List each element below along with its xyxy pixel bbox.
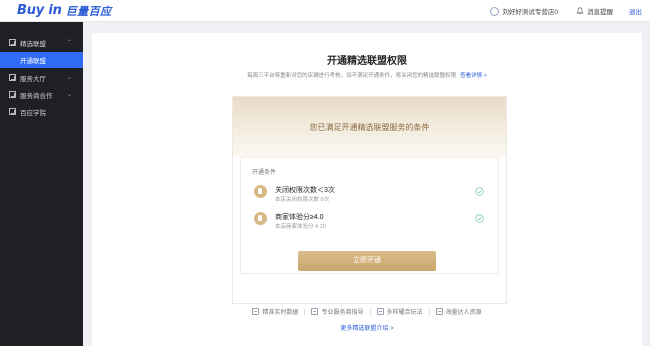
avatar: [490, 6, 500, 16]
feature-label: 多样耀合玩法: [386, 310, 423, 316]
play-icon: [376, 308, 384, 315]
thumb-icon: [254, 212, 267, 225]
page-title: 开通精选联盟权限: [327, 56, 407, 67]
grid-icon: [9, 91, 16, 98]
condition-item: 关闭权限次数＜3次 本店关闭权限次数 0次: [254, 183, 484, 205]
logout-link[interactable]: 退出: [629, 6, 642, 16]
sidebar-item-provider-cooperation[interactable]: 服务商合作 ⌄: [0, 86, 83, 103]
sidebar-item-selected-alliance[interactable]: 精选联盟 ⌃: [0, 34, 83, 51]
main-panel: 开通精选联盟权限 每周三平台将重新对您的店铺进行考核，如不满足开通条件，将关闭您…: [92, 33, 642, 346]
sidebar: 精选联盟 ⌃ 开通联盟 服务大厅 ⌄ 服务商合作 ⌄ 百应学院: [0, 22, 83, 346]
feature-item: 多样耀合玩法: [376, 307, 423, 316]
more-intro-link[interactable]: 更多精选联盟介绍 >: [92, 323, 642, 332]
messages-button[interactable]: 消息提醒: [576, 6, 613, 16]
view-details-link[interactable]: 查看详情 >: [460, 73, 487, 79]
grid-icon: [9, 39, 16, 46]
guide-icon: [311, 308, 319, 315]
condition-desc: 本店关闭权限次数 0次: [275, 197, 330, 203]
sidebar-item-academy[interactable]: 百应学院: [0, 103, 83, 120]
shop-name: 刘好好测试专营店0: [502, 9, 558, 16]
logo-cn: 巨量百应: [65, 5, 112, 18]
sidebar-subitem-open-alliance[interactable]: 开通联盟: [0, 52, 83, 68]
feature-label: 海量达人资源: [445, 310, 482, 316]
page-subtitle: 每周三平台将重新对您的店铺进行考核，如不满足开通条件，将关闭您的精选联盟权限 查看…: [92, 71, 642, 79]
feature-label: 精准实时数据: [262, 310, 299, 316]
subtitle-text: 每周三平台将重新对您的店铺进行考核，如不满足开通条件，将关闭您的精选联盟权限: [247, 73, 457, 79]
shop-switcher[interactable]: 刘好好测试专营店0: [490, 6, 558, 16]
top-right-tools: 刘好好测试专营店0 消息提醒 退出: [490, 0, 642, 22]
feature-item: 精准实时数据: [252, 307, 298, 316]
open-now-button[interactable]: 立即开通: [298, 251, 436, 271]
chevron-down-icon: ⌄: [66, 92, 72, 98]
sidebar-item-service-hall[interactable]: 服务大厅 ⌄: [0, 69, 83, 86]
sidebar-item-label: 服务商合作: [20, 92, 53, 100]
condition-item: 商家体验分≥4.0 本店商家体验分 4.10: [254, 210, 484, 232]
bell-icon: [576, 7, 584, 14]
sidebar-item-label: 精选联盟: [20, 40, 46, 48]
card-banner: 您已满足开通精选联盟服务的条件: [233, 97, 506, 157]
feature-item: 海量达人资源: [435, 307, 482, 316]
feature-item: 专业服务商指导: [311, 307, 364, 316]
messages-label: 消息提醒: [587, 9, 613, 16]
section-label: 开通条件: [252, 170, 277, 176]
divider: [428, 308, 430, 315]
divider: [369, 308, 371, 315]
eligibility-card: 您已满足开通精选联盟服务的条件 开通条件 关闭权限次数＜3次 本店关闭权限次数 …: [232, 96, 507, 304]
sidebar-item-label: 百应学院: [20, 109, 46, 117]
logo-brand: Buy in: [17, 3, 62, 18]
banner-text: 您已满足开通精选联盟服务的条件: [309, 123, 430, 132]
top-bar: Buy in 巨量百应 刘好好测试专营店0 消息提醒 退出: [0, 0, 650, 22]
thumb-icon: [254, 185, 267, 198]
logo[interactable]: Buy in 巨量百应: [0, 3, 112, 19]
condition-desc: 本店商家体验分 4.10: [275, 224, 326, 230]
data-icon: [252, 308, 260, 315]
feature-label: 专业服务商指导: [321, 310, 364, 316]
creator-icon: [435, 308, 443, 315]
sidebar-item-label: 服务大厅: [20, 75, 46, 83]
grid-icon: [9, 74, 16, 81]
grid-icon: [9, 108, 16, 115]
features-row: 精准实时数据 专业服务商指导 多样耀合玩法 海量达人资源: [92, 307, 642, 316]
chevron-down-icon: ⌄: [66, 75, 72, 81]
condition-title: 商家体验分≥4.0: [275, 214, 324, 221]
condition-title: 关闭权限次数＜3次: [275, 187, 335, 194]
chevron-up-icon: ⌃: [66, 40, 72, 46]
check-circle-icon: [475, 187, 484, 196]
check-circle-icon: [475, 214, 484, 223]
divider: [304, 308, 306, 315]
